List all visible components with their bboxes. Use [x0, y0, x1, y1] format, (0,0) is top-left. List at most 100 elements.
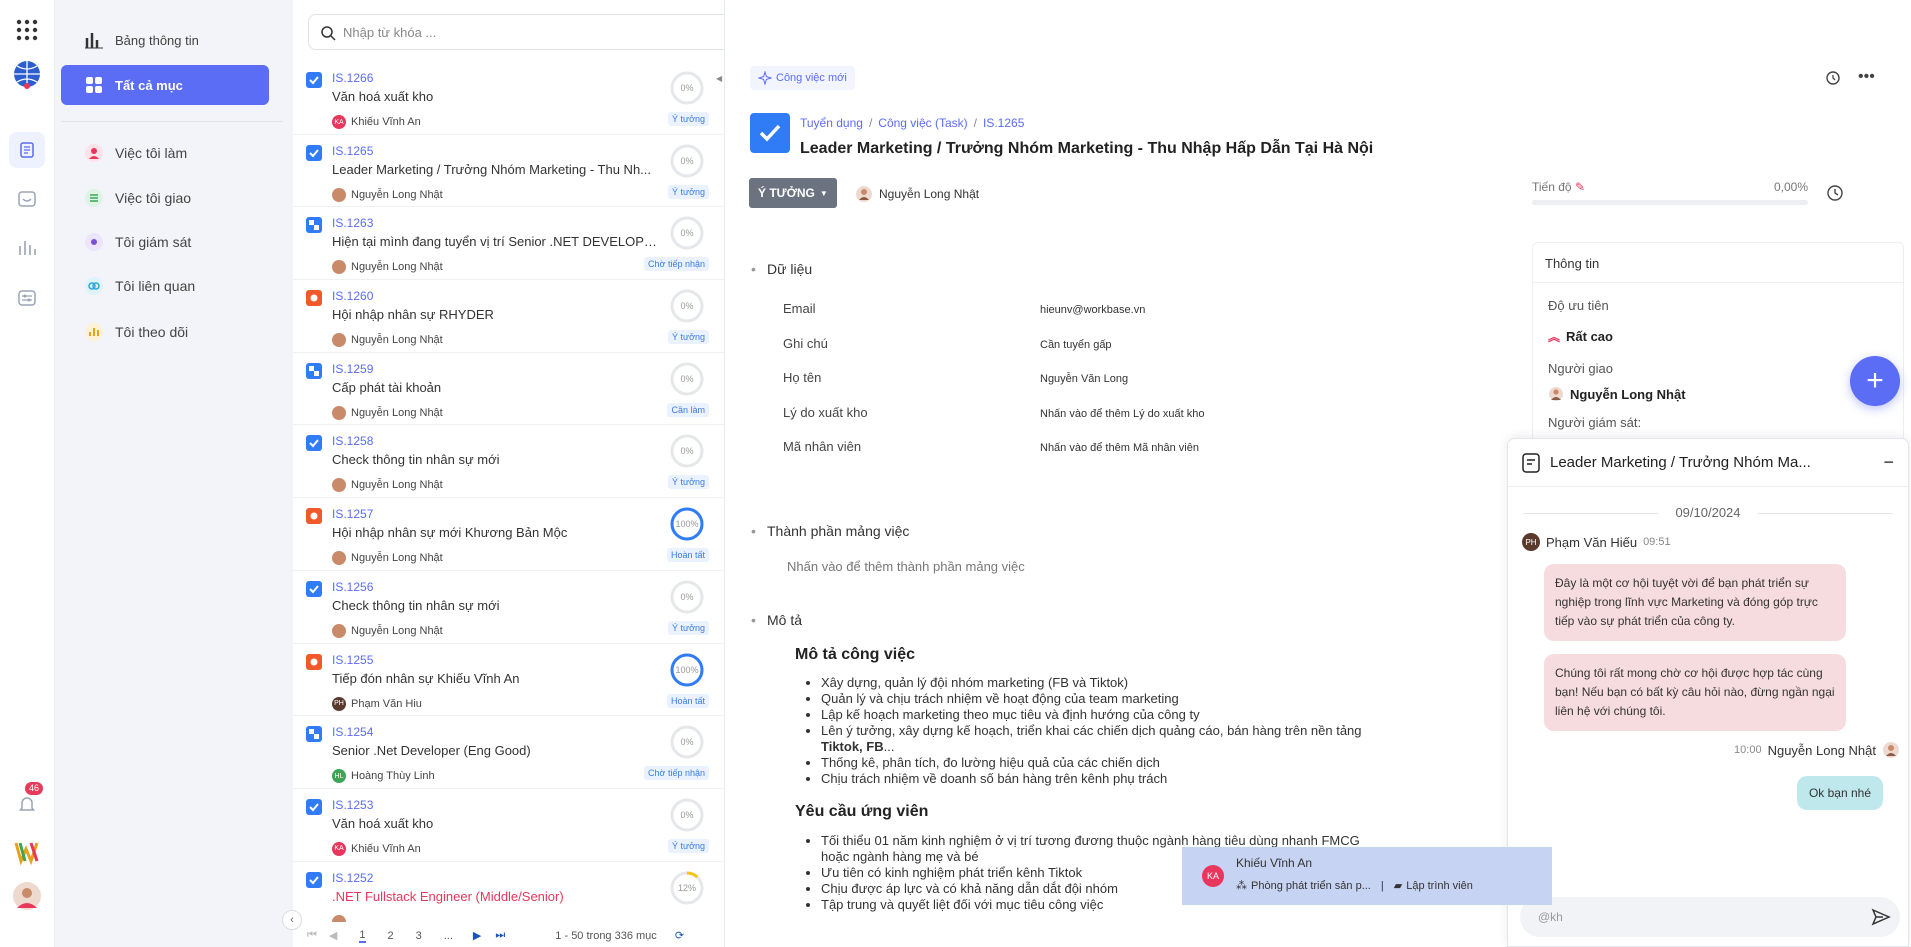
user-avatar[interactable]	[9, 878, 45, 914]
item-code[interactable]: IS.1258	[332, 434, 373, 448]
list-item[interactable]: IS.1260 Hội nhập nhân sự RHYDER Nguyễn L…	[293, 280, 725, 353]
nav-supervising[interactable]: Tôi giám sát	[61, 222, 269, 262]
nav-assigned[interactable]: Việc tôi giao	[61, 178, 269, 218]
section-description[interactable]: Mô tả	[751, 612, 802, 628]
task-type-check-icon[interactable]	[750, 113, 790, 153]
item-title[interactable]: Check thông tin nhân sự mới	[332, 598, 662, 613]
collapse-nav-icon[interactable]: ‹	[282, 910, 302, 930]
list-item[interactable]: IS.1257 Hội nhập nhân sự mới Khương Bản …	[293, 498, 725, 571]
crumb-task-type[interactable]: Công việc (Task)	[878, 116, 967, 130]
mention-suggestion[interactable]: KA Khiếu Vĩnh An ⁂ Phòng phát triển sản p…	[1182, 847, 1552, 905]
assigner-avatar	[1549, 387, 1563, 401]
prev-page-icon[interactable]: ◀	[329, 929, 337, 942]
task-owner[interactable]: Nguyễn Long Nhật	[855, 185, 979, 203]
field-value[interactable]: Cần tuyển gấp	[1040, 339, 1112, 351]
item-title[interactable]: Check thông tin nhân sự mới	[332, 452, 662, 467]
history-icon[interactable]	[1825, 70, 1841, 89]
settings-sliders-icon[interactable]	[9, 280, 45, 316]
field-value[interactable]: Nhấn vào để thêm Mã nhân viên	[1040, 442, 1199, 454]
suggestion-name: Khiếu Vĩnh An	[1236, 856, 1313, 870]
list-item[interactable]: IS.1252 .NET Fullstack Engineer (Middle/…	[293, 862, 725, 922]
message-bubble[interactable]: Chúng tôi rất mong chờ cơ hội được hợp t…	[1544, 654, 1846, 731]
notification-bell-icon[interactable]: 46	[9, 782, 45, 822]
list-item[interactable]: IS.1254 Senior .Net Developer (Eng Good)…	[293, 716, 725, 789]
nav-related[interactable]: Tôi liên quan	[61, 266, 269, 306]
item-title[interactable]: Cấp phát tài khoản	[332, 380, 662, 395]
list-item[interactable]: IS.1255 Tiếp đón nhân sự Khiếu Vĩnh An P…	[293, 644, 725, 717]
list-item[interactable]: IS.1256 Check thông tin nhân sự mới Nguy…	[293, 571, 725, 644]
edit-icon[interactable]: ✎	[1575, 180, 1585, 194]
brand-logo-icon[interactable]	[9, 834, 45, 870]
chat-date: 09/10/2024	[1508, 505, 1908, 520]
my-message-bubble[interactable]: Ok bạn nhé	[1796, 776, 1883, 810]
globe-logo-icon[interactable]	[9, 56, 45, 92]
list-item[interactable]: IS.1266 Văn hoá xuất kho KA Khiếu Vĩnh A…	[293, 62, 725, 135]
item-title[interactable]: .NET Fullstack Engineer (Middle/Senior)	[332, 889, 662, 904]
list-item[interactable]: IS.1259 Cấp phát tài khoản Nguyễn Long N…	[293, 353, 725, 426]
task-title[interactable]: Leader Marketing / Trưởng Nhóm Marketing…	[800, 140, 1373, 158]
page-2[interactable]: 2	[388, 930, 394, 942]
item-code[interactable]: IS.1257	[332, 507, 373, 521]
more-icon[interactable]: •••	[1858, 68, 1875, 86]
message-bubble[interactable]: Đây là một cơ hội tuyệt vời để bạn phát …	[1544, 564, 1846, 641]
minimize-icon[interactable]: −	[1883, 452, 1894, 473]
field-value[interactable]: Nhấn vào để thêm Lý do xuất kho	[1040, 408, 1205, 420]
item-code[interactable]: IS.1256	[332, 580, 373, 594]
assignee-avatar: KA	[332, 115, 346, 129]
item-title[interactable]: Văn hoá xuất kho	[332, 816, 662, 831]
chat-input[interactable]: @kh	[1520, 897, 1900, 937]
item-code[interactable]: IS.1263	[332, 216, 373, 230]
item-code[interactable]: IS.1266	[332, 71, 373, 85]
item-title[interactable]: Hiện tại mình đang tuyển vị trí Senior .…	[332, 234, 662, 249]
add-fab-button[interactable]: +	[1850, 356, 1900, 406]
next-page-icon[interactable]: ▶	[473, 929, 481, 942]
collapse-list-icon[interactable]: ◀	[716, 74, 722, 83]
item-code[interactable]: IS.1254	[332, 725, 373, 739]
page-1[interactable]: 1	[359, 929, 366, 943]
assigner-value[interactable]: Nguyễn Long Nhật	[1548, 386, 1686, 402]
nav-all-items[interactable]: Tất cả mục	[61, 65, 269, 105]
suggestion-dept: Phòng phát triển sản p...	[1251, 879, 1371, 892]
list-item[interactable]: IS.1253 Văn hoá xuất kho KA Khiếu Vĩnh A…	[293, 789, 725, 862]
item-code[interactable]: IS.1265	[332, 144, 373, 158]
item-title[interactable]: Leader Marketing / Trưởng Nhóm Marketing…	[332, 162, 662, 177]
item-code[interactable]: IS.1260	[332, 289, 373, 303]
nav-following[interactable]: Tôi theo dõi	[61, 312, 269, 352]
item-title[interactable]: Senior .Net Developer (Eng Good)	[332, 743, 662, 758]
item-title[interactable]: Văn hoá xuất kho	[332, 89, 662, 104]
nav-dashboard[interactable]: Bảng thông tin	[61, 20, 269, 60]
new-task-button[interactable]: Công việc mới	[750, 66, 855, 90]
list-item[interactable]: IS.1263 Hiện tại mình đang tuyển vị trí …	[293, 207, 725, 281]
page-3[interactable]: 3	[416, 930, 422, 942]
progress-history-icon[interactable]	[1826, 184, 1844, 205]
section-data[interactable]: Dữ liệu	[751, 261, 812, 277]
tasks-icon[interactable]	[9, 132, 45, 168]
item-title[interactable]: Hội nhập nhân sự mới Khương Bản Mộc	[332, 525, 662, 540]
item-code[interactable]: IS.1252	[332, 871, 373, 885]
apps-grid-icon[interactable]	[9, 12, 45, 48]
status-dropdown[interactable]: Ý TƯỞNG ▼	[749, 178, 837, 208]
field-value[interactable]: hieunv@workbase.vn	[1040, 304, 1145, 316]
item-code[interactable]: IS.1253	[332, 798, 373, 812]
item-code[interactable]: IS.1259	[332, 362, 373, 376]
inbox-icon[interactable]	[9, 181, 45, 217]
last-page-icon[interactable]: ⏭	[495, 929, 505, 942]
list-item[interactable]: IS.1258 Check thông tin nhân sự mới Nguy…	[293, 425, 725, 499]
item-code[interactable]: IS.1255	[332, 653, 373, 667]
priority-value[interactable]: ︽ Rất cao	[1548, 328, 1613, 345]
section-parts[interactable]: Thành phần mảng việc	[751, 523, 909, 539]
crumb-code[interactable]: IS.1265	[983, 116, 1024, 130]
item-title[interactable]: Hội nhập nhân sự RHYDER	[332, 307, 662, 322]
crumb-recruitment[interactable]: Tuyển dụng	[800, 116, 863, 130]
send-icon[interactable]	[1871, 907, 1891, 930]
progress-ring: 0%	[669, 70, 705, 106]
chart-icon	[83, 321, 105, 343]
field-value[interactable]: Nguyễn Văn Long	[1040, 373, 1128, 385]
item-title[interactable]: Tiếp đón nhân sự Khiếu Vĩnh An	[332, 671, 662, 686]
nav-my-work[interactable]: Việc tôi làm	[61, 133, 269, 173]
parts-placeholder[interactable]: Nhấn vào để thêm thành phần mảng việc	[787, 559, 1025, 574]
reports-icon[interactable]	[9, 230, 45, 266]
list-item[interactable]: IS.1265 Leader Marketing / Trưởng Nhóm M…	[293, 135, 725, 208]
first-page-icon[interactable]: ⏮	[307, 929, 317, 942]
refresh-icon[interactable]: ⟳	[675, 929, 684, 942]
